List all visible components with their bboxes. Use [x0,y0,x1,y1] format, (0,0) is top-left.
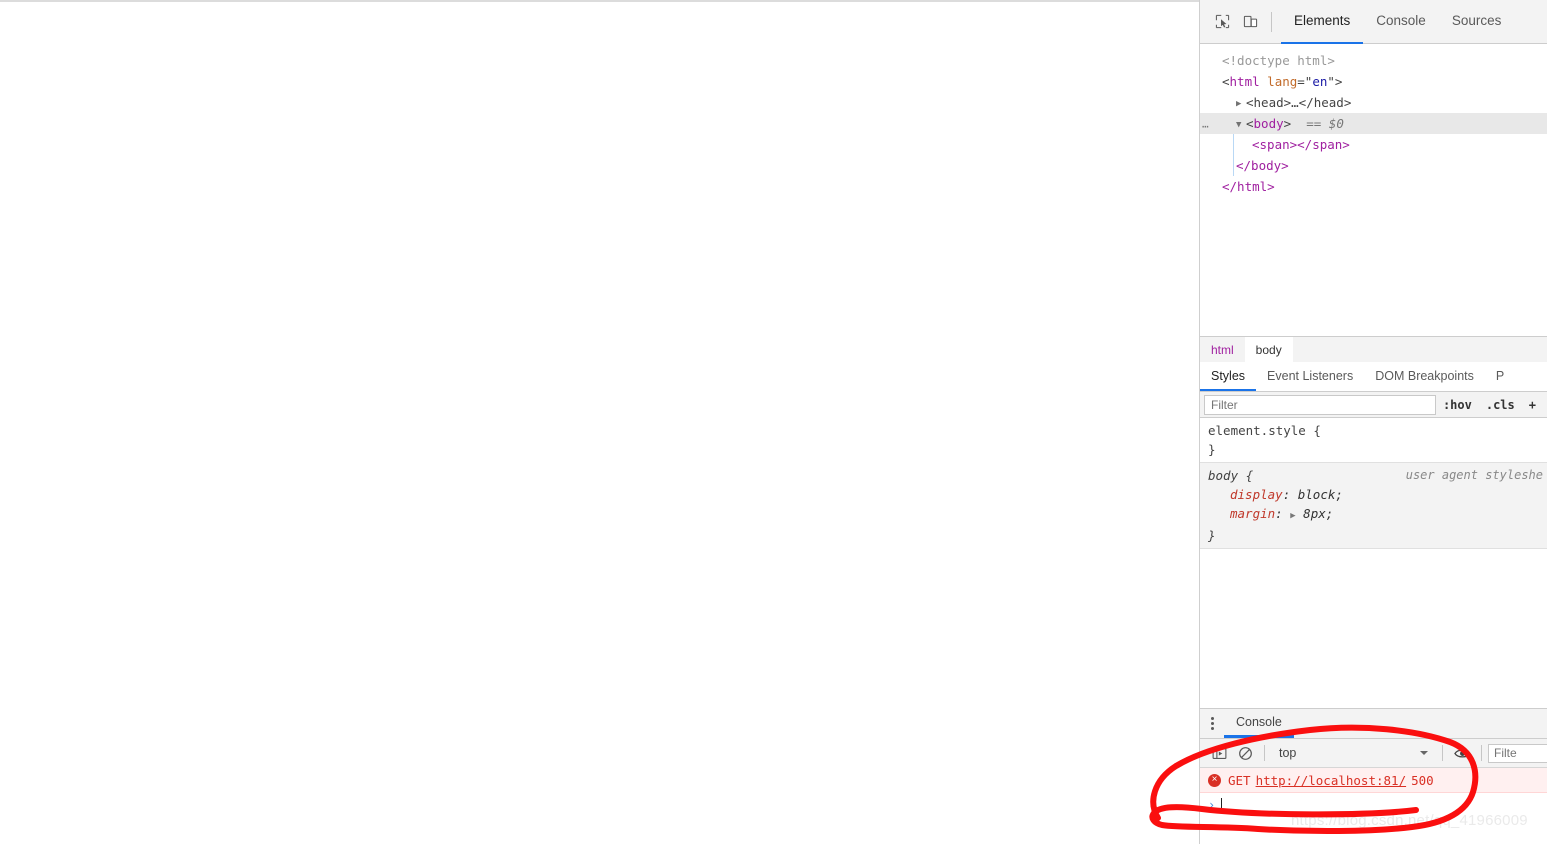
hov-toggle-button[interactable]: :hov [1436,398,1479,412]
attr-name: lang [1267,74,1298,89]
tab-sources[interactable]: Sources [1439,0,1515,44]
rule-close-brace: } [1208,442,1216,457]
live-expression-icon[interactable] [1449,742,1475,764]
styles-rules-pane: element.style { } body { user agent styl… [1200,418,1547,670]
styles-filter-bar: :hov .cls + [1200,392,1547,418]
text-caret [1221,798,1223,812]
dom-row[interactable]: <!doctype html> [1200,50,1547,71]
prompt-chevron-icon: › [1208,798,1216,812]
tab-styles[interactable]: Styles [1200,362,1257,391]
rule-element-style[interactable]: element.style { } [1200,418,1547,462]
console-toolbar: top [1200,739,1547,768]
property-value: block; [1297,487,1343,502]
kebab-menu-icon[interactable] [1200,709,1224,738]
tab-properties[interactable]: P [1485,362,1515,391]
page-viewport [0,0,1199,844]
tab-elements[interactable]: Elements [1281,0,1364,44]
property-name: margin [1230,506,1276,521]
drawer-tab-strip: Console [1200,709,1547,739]
tab-console[interactable]: Console [1363,0,1439,44]
dom-row[interactable]: </body> [1200,155,1547,176]
property-name: display [1230,487,1283,502]
attr-value: en [1312,74,1328,89]
console-toolbar-divider-2 [1442,745,1443,761]
devtools-panel: Elements Console Sources <!doctype html>… [1199,0,1547,844]
clear-console-icon[interactable] [1232,742,1258,764]
span-node-text: <span></span> [1252,137,1350,152]
rule-close-brace: } [1208,528,1216,543]
console-context-select[interactable]: top [1271,746,1304,760]
console-toolbar-divider [1264,745,1265,761]
tab-event-listeners[interactable]: Event Listeners [1256,362,1364,391]
head-node-text: <head>…</head> [1246,95,1352,110]
rule-body-ua[interactable]: body { user agent styleshe display: bloc… [1200,462,1547,549]
declaration-margin[interactable]: margin: ▶ 8px; [1208,504,1547,526]
breadcrumb-item-body[interactable]: body [1244,337,1293,362]
tag-name: body [1253,116,1284,131]
chevron-down-icon[interactable] [1420,751,1428,755]
rule-origin: user agent styleshe [1405,468,1543,482]
devtools-toolbar: Elements Console Sources [1200,0,1547,44]
console-error-message[interactable]: × GET http://localhost:81/ 500 [1200,768,1547,793]
dom-tree: <!doctype html> <html lang="en"> ▶ <head>… [1200,44,1547,336]
console-context-label: top [1279,746,1297,760]
request-method: GET [1228,772,1251,788]
cls-toggle-button[interactable]: .cls [1479,398,1522,412]
devtools-tab-strip: Elements Console Sources [1281,0,1514,44]
drawer-tab-console[interactable]: Console [1224,709,1294,738]
selected-node-ref: == $0 [1306,116,1344,131]
watermark-text: https://blog.csdn.net/qq_41966009 [1291,812,1528,829]
tag-name: html [1229,74,1260,89]
dom-row[interactable]: <html lang="en"> [1200,71,1547,92]
toolbar-divider [1271,11,1272,32]
styles-filter-input[interactable] [1204,394,1436,415]
body-close-text: </body> [1236,158,1289,173]
dom-row[interactable]: <span></span> [1200,134,1547,155]
inspect-element-icon[interactable] [1208,8,1236,36]
console-toolbar-divider-3 [1481,745,1482,761]
status-code: 500 [1411,772,1434,788]
request-url-link[interactable]: http://localhost:81/ [1256,773,1407,788]
dom-row-selected[interactable]: ⋯ ▼ <body> == $0 [1200,113,1547,134]
console-filter-input[interactable] [1488,743,1547,763]
styles-tab-strip: Styles Event Listeners DOM Breakpoints P [1200,362,1547,392]
breadcrumb: html body [1200,336,1547,362]
dom-row[interactable]: </html> [1200,176,1547,197]
device-toolbar-icon[interactable] [1236,8,1264,36]
error-icon: × [1208,773,1221,787]
rule-selector: element.style { [1208,423,1321,438]
new-style-rule-button[interactable]: + [1522,398,1543,412]
console-sidebar-icon[interactable] [1206,742,1232,764]
styles-filter-buttons: :hov .cls + [1436,398,1543,412]
html-close-text: </html> [1222,179,1275,194]
doctype-text: <!doctype html> [1222,53,1335,68]
tab-dom-breakpoints[interactable]: DOM Breakpoints [1364,362,1485,391]
breadcrumb-item-html[interactable]: html [1200,337,1245,362]
dom-row[interactable]: ▶ <head>…</head> [1200,92,1547,113]
collapse-triangle-icon[interactable]: ▼ [1236,115,1246,136]
property-value: 8px; [1303,506,1334,521]
screenshot-root: Elements Console Sources <!doctype html>… [0,0,1547,844]
tree-guide-line [1233,134,1234,155]
expand-triangle-icon[interactable]: ▶ [1236,94,1246,115]
tree-guide-line [1233,155,1234,176]
declaration-display[interactable]: display: block; [1208,485,1547,504]
